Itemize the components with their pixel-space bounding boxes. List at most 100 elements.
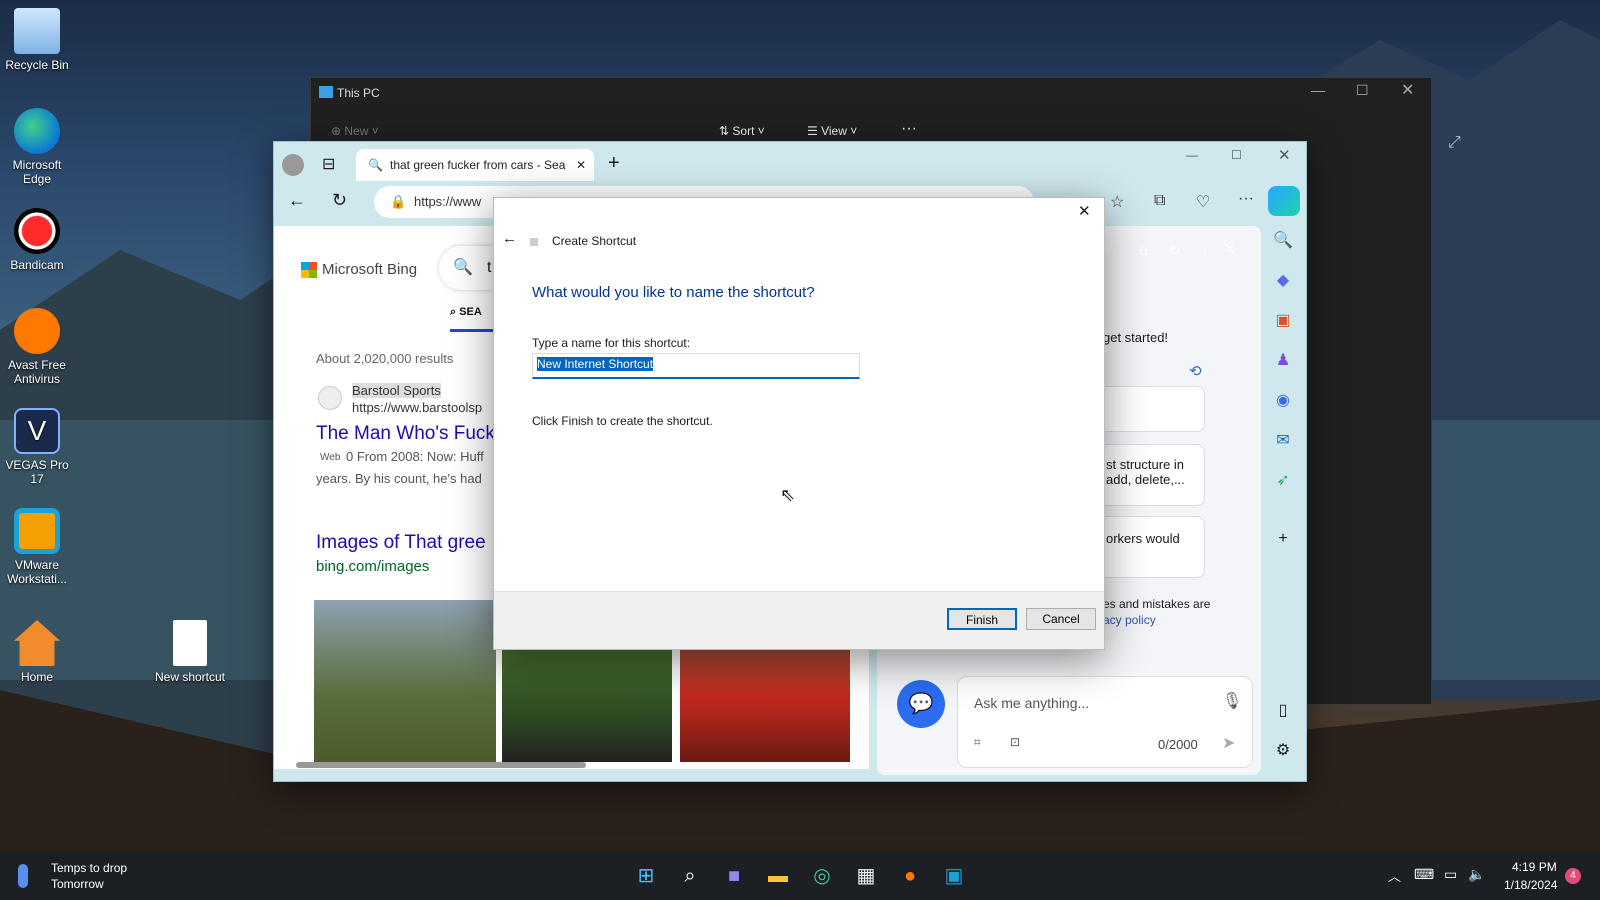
- volume-icon[interactable]: 🔈: [1468, 866, 1485, 883]
- finish-button[interactable]: Finish: [947, 608, 1017, 630]
- desktop-icon-vegas[interactable]: V VEGAS Pro 17: [0, 408, 77, 486]
- shopping-icon[interactable]: ◆: [1273, 270, 1293, 290]
- dialog-hint: Click Finish to create the shortcut.: [532, 414, 713, 428]
- dialog-title: Create Shortcut: [552, 234, 637, 248]
- sidebar-rail: 🔍 ◆ ▣ ♟ ◉ ✉ ➶ + ▯ ⚙: [1260, 182, 1306, 782]
- new-tab-icon[interactable]: +: [608, 152, 620, 175]
- desktop-icon-label: VEGAS Pro 17: [5, 458, 69, 486]
- image-thumbnail[interactable]: [314, 600, 496, 762]
- refresh-icon[interactable]: ↻: [1169, 242, 1181, 259]
- back-icon[interactable]: ←: [502, 230, 517, 247]
- dialog-heading: What would you like to name the shortcut…: [532, 284, 815, 301]
- sidebar-toggle-icon[interactable]: ▯: [1273, 700, 1293, 720]
- maximize-icon[interactable]: ☐: [1356, 82, 1369, 99]
- shortcut-name-field[interactable]: New Internet Shortcut: [532, 353, 860, 379]
- result-url[interactable]: https://www.barstoolsp: [352, 400, 482, 415]
- desktop-icon-vmware[interactable]: VMware Workstati...: [0, 508, 77, 586]
- search-icon[interactable]: 🔍: [1273, 230, 1293, 250]
- new-button[interactable]: ⊕ New ˅: [331, 124, 379, 138]
- desktop-icon-home[interactable]: Home: [0, 620, 77, 684]
- games-icon[interactable]: ♟: [1273, 350, 1293, 370]
- drop-icon[interactable]: ➶: [1273, 470, 1293, 490]
- screenshot-icon[interactable]: ⌗: [974, 735, 981, 750]
- microsoft-store-icon[interactable]: ▦: [852, 862, 880, 890]
- clock-date[interactable]: 1/18/2024: [1504, 878, 1557, 892]
- search-icon: 🔍: [368, 158, 383, 172]
- profile-avatar[interactable]: [282, 154, 304, 176]
- outlook-icon[interactable]: ✉: [1273, 430, 1293, 450]
- browser-tab[interactable]: 🔍 that green fucker from cars - Sea ✕: [356, 149, 594, 181]
- clock-time[interactable]: 4:19 PM: [1512, 860, 1557, 874]
- sort-button[interactable]: ⇅ Sort ˅: [719, 124, 765, 138]
- desktop-icon-recycle-bin[interactable]: Recycle Bin: [0, 8, 77, 72]
- file-explorer-icon[interactable]: ▬: [764, 862, 792, 890]
- suggestion-card[interactable]: st structure in add, delete,...: [1095, 444, 1205, 506]
- microsoft-365-icon[interactable]: ◉: [1273, 390, 1293, 410]
- mouse-cursor-icon: ⇖: [780, 485, 796, 505]
- horizontal-scrollbar[interactable]: [296, 762, 586, 768]
- vegas-icon: V: [14, 408, 60, 454]
- add-icon[interactable]: +: [1273, 530, 1293, 550]
- desktop-icon-label: Bandicam: [10, 258, 64, 272]
- result-site-name[interactable]: Barstool Sports: [352, 383, 441, 398]
- send-icon[interactable]: ➤: [1222, 733, 1235, 753]
- settings-icon[interactable]: ⚙: [1273, 740, 1293, 760]
- search-icon[interactable]: ⌕: [676, 862, 704, 890]
- new-topic-icon[interactable]: 💬: [897, 680, 945, 728]
- images-url[interactable]: bing.com/images: [316, 558, 429, 575]
- close-icon[interactable]: ✕: [1223, 240, 1236, 258]
- close-icon[interactable]: ✕: [1401, 80, 1414, 100]
- favorites-icon[interactable]: ☆: [1110, 192, 1124, 212]
- keyboard-icon[interactable]: ⌨: [1414, 866, 1434, 883]
- desktop-icon-new-shortcut[interactable]: New shortcut: [150, 620, 230, 684]
- open-new-tab-icon[interactable]: ⧉: [1139, 244, 1148, 259]
- close-icon[interactable]: ✕: [1078, 202, 1091, 220]
- edge-icon[interactable]: ◎: [808, 862, 836, 890]
- maximize-icon[interactable]: ☐: [1231, 148, 1242, 162]
- close-icon[interactable]: ✕: [1278, 146, 1291, 164]
- collections-icon[interactable]: ⧉: [1154, 192, 1165, 210]
- show-hidden-icons[interactable]: ︿: [1388, 866, 1401, 885]
- images-title-link[interactable]: Images of That gree: [316, 532, 486, 554]
- view-button[interactable]: ☰ View ˅: [807, 124, 857, 138]
- minimize-icon[interactable]: —: [1186, 148, 1198, 162]
- close-tab-icon[interactable]: ✕: [576, 149, 586, 181]
- desktop-icon-avast[interactable]: Avast Free Antivirus: [0, 308, 77, 386]
- image-search-icon[interactable]: ⊡: [1010, 735, 1020, 749]
- chat-input-box[interactable]: Ask me anything... 🎙 ⌗ ⊡ 0/2000 ➤: [957, 676, 1253, 768]
- weather-line2[interactable]: Tomorrow: [51, 877, 104, 891]
- refresh-icon[interactable]: ↻: [332, 190, 347, 211]
- tools-icon[interactable]: ▣: [1273, 310, 1293, 330]
- more-options-icon[interactable]: ···: [901, 120, 917, 138]
- minimize-icon[interactable]: —: [1311, 82, 1325, 98]
- weather-icon[interactable]: [18, 864, 28, 888]
- browser-essentials-icon[interactable]: ♡: [1196, 192, 1210, 212]
- suggestion-text: orkers would: [1106, 531, 1180, 546]
- weather-line1[interactable]: Temps to drop: [51, 861, 127, 875]
- back-icon[interactable]: ←: [288, 190, 306, 211]
- privacy-link[interactable]: acy policy: [1103, 613, 1156, 627]
- tab-title: that green fucker from cars - Sea: [390, 158, 566, 172]
- suggestion-card[interactable]: orkers would: [1095, 516, 1205, 578]
- vmware-icon[interactable]: ▣: [940, 862, 968, 890]
- desktop-icon-bandicam[interactable]: Bandicam: [0, 208, 77, 272]
- create-shortcut-dialog[interactable]: ✕ ← Create Shortcut What would you like …: [493, 197, 1105, 650]
- cancel-button[interactable]: Cancel: [1026, 608, 1096, 630]
- network-icon[interactable]: ▭: [1444, 866, 1457, 883]
- expand-icon[interactable]: ⤢: [1448, 134, 1461, 152]
- avast-icon[interactable]: ●: [896, 862, 924, 890]
- start-icon[interactable]: ⊞: [632, 862, 660, 890]
- teams-chat-icon[interactable]: ■: [720, 862, 748, 890]
- desktop-icon-edge[interactable]: Microsoft Edge: [0, 108, 77, 186]
- microphone-icon[interactable]: 🎙: [1222, 691, 1242, 711]
- bandicam-icon: [14, 208, 60, 254]
- suggestion-card[interactable]: [1095, 386, 1205, 432]
- notification-badge[interactable]: 4: [1565, 868, 1581, 884]
- more-icon[interactable]: ⋮: [1199, 242, 1211, 256]
- swap-icon[interactable]: ⟲: [1189, 362, 1202, 380]
- avast-icon: [14, 308, 60, 354]
- shortcut-icon: [530, 238, 538, 246]
- result-title-link[interactable]: The Man Who's Fuck: [316, 423, 495, 445]
- tab-actions-icon[interactable]: ⊟: [322, 154, 335, 174]
- more-icon[interactable]: ···: [1238, 190, 1254, 208]
